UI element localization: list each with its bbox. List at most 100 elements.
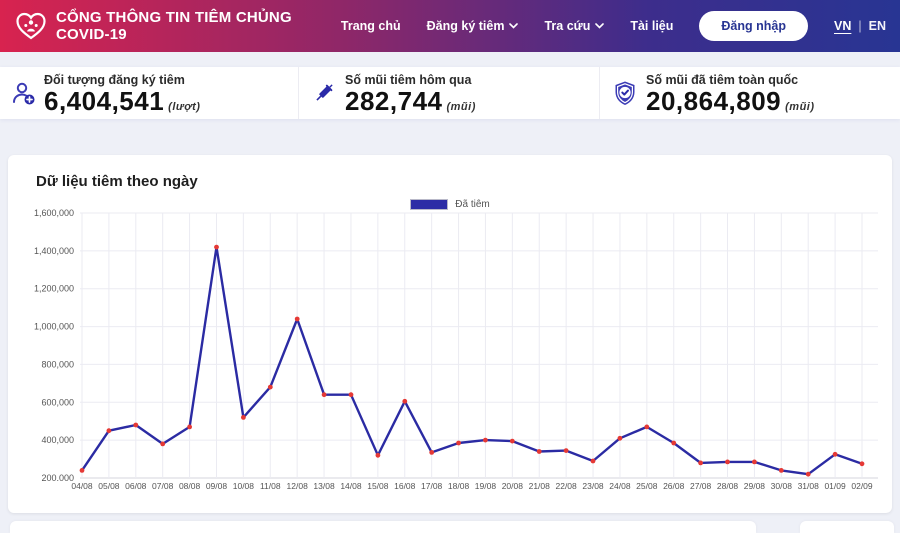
syringe-icon: [311, 80, 337, 106]
x-tick-label: 31/08: [798, 481, 820, 491]
data-point[interactable]: [752, 460, 757, 465]
x-tick-label: 17/08: [421, 481, 443, 491]
nav-item-label: Trang chủ: [341, 19, 401, 33]
y-tick-label: 1,600,000: [34, 208, 74, 218]
stat-unit: (lượt): [168, 101, 200, 113]
data-point[interactable]: [241, 415, 246, 420]
heart-people-icon: [14, 11, 48, 41]
nav-item-trang-chu[interactable]: Trang chủ: [341, 19, 401, 33]
data-point[interactable]: [322, 392, 327, 397]
next-section-card-right: [800, 521, 894, 533]
data-point[interactable]: [349, 392, 354, 397]
lang-separator: |: [858, 19, 861, 33]
nav-item--ang-ky-tiem[interactable]: Đăng ký tiêm: [427, 19, 519, 33]
x-tick-label: 05/08: [98, 481, 120, 491]
stat-card-so-mui-a-tiem-toan-quoc: Số mũi đã tiêm toàn quốc20,864,809(mũi): [599, 67, 900, 119]
data-point[interactable]: [618, 436, 623, 441]
x-tick-label: 26/08: [663, 481, 685, 491]
x-tick-label: 21/08: [529, 481, 551, 491]
stat-label: Số mũi đã tiêm toàn quốc: [646, 73, 815, 87]
x-tick-label: 28/08: [717, 481, 739, 491]
data-point[interactable]: [591, 459, 596, 464]
data-point[interactable]: [456, 441, 461, 446]
data-point[interactable]: [537, 449, 542, 454]
x-tick-label: 12/08: [287, 481, 309, 491]
lang-vn[interactable]: VN: [834, 19, 851, 33]
x-tick-label: 04/08: [71, 481, 93, 491]
x-tick-label: 19/08: [475, 481, 497, 491]
x-tick-label: 09/08: [206, 481, 228, 491]
x-tick-label: 30/08: [771, 481, 793, 491]
x-tick-label: 13/08: [313, 481, 335, 491]
data-point[interactable]: [214, 245, 219, 250]
x-tick-label: 25/08: [636, 481, 658, 491]
x-tick-label: 02/09: [851, 481, 873, 491]
x-tick-label: 16/08: [394, 481, 416, 491]
x-tick-label: 07/08: [152, 481, 174, 491]
x-tick-label: 15/08: [367, 481, 389, 491]
chevron-down-icon: [509, 23, 518, 29]
data-point[interactable]: [160, 442, 165, 447]
stats-bar: Đối tượng đăng ký tiêm6,404,541(lượt) Số …: [0, 67, 900, 119]
x-tick-label: 23/08: [582, 481, 604, 491]
y-tick-label: 200.000: [41, 473, 74, 483]
stat-unit: (mũi): [785, 101, 814, 113]
x-tick-label: 10/08: [233, 481, 255, 491]
stat-label: Đối tượng đăng ký tiêm: [44, 73, 200, 87]
stat-unit: (mũi): [446, 101, 475, 113]
data-point[interactable]: [80, 468, 85, 473]
data-point[interactable]: [483, 438, 488, 443]
x-tick-label: 22/08: [555, 481, 577, 491]
x-tick-label: 01/09: [824, 481, 846, 491]
page-title: CỔNG THÔNG TIN TIÊM CHỦNG COVID-19: [56, 9, 341, 43]
data-point[interactable]: [698, 461, 703, 466]
data-point[interactable]: [429, 450, 434, 455]
next-section-card-left: [10, 521, 756, 533]
x-tick-label: 06/08: [125, 481, 147, 491]
data-point[interactable]: [644, 425, 649, 430]
add-user-icon: [10, 80, 36, 106]
data-point[interactable]: [133, 423, 138, 428]
data-point[interactable]: [779, 468, 784, 473]
data-point[interactable]: [833, 452, 838, 457]
data-point[interactable]: [564, 448, 569, 453]
y-tick-label: 1,200,000: [34, 284, 74, 294]
data-point[interactable]: [806, 472, 811, 477]
stat-value: 282,744(mũi): [345, 88, 476, 114]
data-point[interactable]: [107, 428, 112, 433]
nav-item-label: Đăng ký tiêm: [427, 19, 505, 33]
data-point[interactable]: [725, 460, 730, 465]
data-point[interactable]: [860, 461, 865, 466]
data-point[interactable]: [402, 399, 407, 404]
y-tick-label: 400,000: [41, 435, 74, 445]
login-button[interactable]: Đăng nhập: [699, 11, 808, 41]
x-tick-label: 11/08: [260, 481, 281, 491]
nav-item-label: Tài liệu: [630, 19, 673, 33]
lang-en[interactable]: EN: [869, 19, 886, 33]
x-tick-label: 14/08: [340, 481, 362, 491]
y-tick-label: 600,000: [41, 397, 74, 407]
nav-item-tra-cuu[interactable]: Tra cứu: [544, 19, 604, 33]
nav-item-label: Tra cứu: [544, 19, 590, 33]
vaccination-line-chart: 1,600,0001,400,0001,200,0001,000,000800,…: [8, 155, 892, 513]
nav-item-tai-lieu[interactable]: Tài liệu: [630, 19, 673, 33]
x-tick-label: 27/08: [690, 481, 712, 491]
data-point[interactable]: [510, 439, 515, 444]
main-nav: Trang chủ Đăng ký tiêm Tra cứu Tài liệu Đăng…: [341, 11, 886, 41]
y-tick-label: 1,400,000: [34, 246, 74, 256]
language-switch: VN | EN: [834, 19, 886, 33]
x-tick-label: 24/08: [609, 481, 631, 491]
chart-card: Dữ liệu tiêm theo ngày Đã tiêm 1,600,000…: [8, 155, 892, 513]
data-point[interactable]: [268, 385, 273, 390]
stat-card--oi-tuong-ang-ky-tiem: Đối tượng đăng ký tiêm6,404,541(lượt): [0, 67, 298, 119]
y-tick-label: 1,000,000: [34, 322, 74, 332]
data-point[interactable]: [295, 317, 300, 322]
data-point[interactable]: [671, 441, 676, 446]
x-tick-label: 20/08: [502, 481, 524, 491]
chevron-down-icon: [595, 23, 604, 29]
stat-value: 6,404,541(lượt): [44, 88, 200, 114]
shield-check-icon: [612, 80, 638, 106]
x-tick-label: 29/08: [744, 481, 766, 491]
data-point[interactable]: [187, 425, 192, 430]
data-point[interactable]: [376, 453, 381, 458]
